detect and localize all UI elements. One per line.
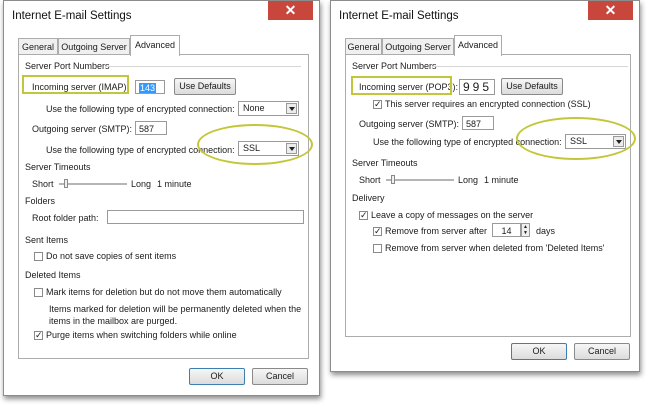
chevron-down-icon bbox=[613, 136, 624, 147]
remove-after-label: Remove from server after bbox=[385, 226, 488, 236]
outgoing-encryption-select[interactable]: SSL bbox=[238, 141, 299, 156]
section-server-timeouts: Server Timeouts bbox=[25, 162, 91, 172]
outgoing-encryption-select[interactable]: SSL bbox=[565, 134, 626, 149]
incoming-port-value: 143 bbox=[139, 83, 157, 93]
section-server-port-numbers: Server Port Numbers bbox=[352, 61, 437, 71]
timeout-short-label: Short bbox=[32, 179, 54, 189]
mark-delete-note-line-2: items in the mailbox are purged. bbox=[49, 316, 178, 326]
incoming-encryption-label: Use the following type of encrypted conn… bbox=[46, 104, 235, 114]
outgoing-port-field[interactable]: 587 bbox=[462, 116, 494, 130]
outgoing-encryption-label: Use the following type of encrypted conn… bbox=[373, 137, 562, 147]
pop3-settings-dialog: Internet E-mail Settings ✕ General Outgo… bbox=[330, 0, 640, 372]
root-folder-field[interactable] bbox=[107, 210, 304, 224]
cancel-button[interactable]: Cancel bbox=[252, 368, 308, 385]
section-server-timeouts: Server Timeouts bbox=[352, 158, 418, 168]
tab-general[interactable]: General bbox=[345, 38, 382, 54]
days-stepper[interactable]: ▲ ▼ bbox=[521, 223, 530, 237]
chevron-down-icon bbox=[286, 103, 297, 114]
incoming-encryption-value: None bbox=[243, 103, 265, 113]
root-folder-label: Root folder path: bbox=[32, 213, 99, 223]
ssl-required-label: This server requires an encrypted connec… bbox=[385, 99, 591, 109]
tab-advanced[interactable]: Advanced bbox=[130, 35, 180, 56]
incoming-port-field[interactable]: 995 bbox=[459, 79, 495, 95]
outgoing-encryption-value: SSL bbox=[570, 136, 588, 146]
mark-delete-label: Mark items for deletion but do not move … bbox=[46, 287, 282, 297]
cancel-button[interactable]: Cancel bbox=[574, 343, 630, 360]
ok-button[interactable]: OK bbox=[189, 368, 245, 385]
purge-checkbox[interactable]: ✓ bbox=[34, 331, 43, 340]
incoming-port-field[interactable]: 143 bbox=[135, 80, 165, 94]
chevron-down-icon bbox=[286, 143, 297, 154]
no-save-sent-label: Do not save copies of sent items bbox=[46, 251, 177, 261]
timeout-long-label: Long bbox=[458, 175, 479, 185]
section-deleted-items: Deleted Items bbox=[25, 270, 81, 280]
close-button[interactable]: ✕ bbox=[268, 1, 313, 20]
outgoing-encryption-label: Use the following type of encrypted conn… bbox=[46, 145, 235, 155]
timeout-value: 1 minute bbox=[157, 179, 192, 189]
timeout-slider[interactable] bbox=[386, 179, 454, 181]
advanced-tab-panel: Server Port Numbers Incoming server (POP… bbox=[345, 54, 636, 337]
tab-outgoing-server[interactable]: Outgoing Server bbox=[382, 38, 454, 54]
outgoing-server-label: Outgoing server (SMTP): bbox=[32, 124, 133, 134]
section-divider bbox=[105, 66, 301, 67]
leave-copy-label: Leave a copy of messages on the server bbox=[371, 210, 534, 220]
close-button[interactable]: ✕ bbox=[588, 1, 633, 20]
ok-button[interactable]: OK bbox=[511, 343, 567, 360]
mark-delete-checkbox[interactable] bbox=[34, 288, 43, 297]
timeout-long-label: Long bbox=[131, 179, 152, 189]
remove-after-checkbox[interactable]: ✓ bbox=[373, 227, 382, 236]
outgoing-server-label: Outgoing server (SMTP): bbox=[359, 119, 460, 129]
timeout-slider-thumb[interactable] bbox=[64, 179, 68, 188]
tab-advanced[interactable]: Advanced bbox=[454, 35, 502, 56]
timeout-value: 1 minute bbox=[484, 175, 519, 185]
section-sent-items: Sent Items bbox=[25, 235, 69, 245]
dialog-title: Internet E-mail Settings bbox=[12, 10, 132, 22]
remove-after-days-field[interactable]: 14 bbox=[492, 223, 521, 237]
remove-when-deleted-label: Remove from server when deleted from 'De… bbox=[385, 243, 605, 253]
remove-when-deleted-checkbox[interactable] bbox=[373, 244, 382, 253]
purge-label: Purge items when switching folders while… bbox=[46, 330, 237, 340]
use-defaults-button[interactable]: Use Defaults bbox=[501, 78, 563, 95]
outgoing-port-field[interactable]: 587 bbox=[135, 121, 167, 135]
incoming-encryption-select[interactable]: None bbox=[238, 101, 299, 116]
use-defaults-button[interactable]: Use Defaults bbox=[174, 78, 236, 95]
incoming-server-label: Incoming server (IMAP): bbox=[32, 82, 130, 92]
days-label: days bbox=[536, 226, 556, 236]
no-save-sent-checkbox[interactable] bbox=[34, 252, 43, 261]
tab-outgoing-server[interactable]: Outgoing Server bbox=[58, 38, 130, 54]
timeout-slider-thumb[interactable] bbox=[391, 175, 395, 184]
section-folders: Folders bbox=[25, 196, 56, 206]
mark-delete-note-line-1: Items marked for deletion will be perman… bbox=[49, 304, 302, 314]
ssl-required-checkbox[interactable]: ✓ bbox=[373, 100, 382, 109]
timeout-slider[interactable] bbox=[59, 183, 127, 185]
section-delivery: Delivery bbox=[352, 193, 385, 203]
tab-general[interactable]: General bbox=[18, 38, 58, 54]
dialog-title: Internet E-mail Settings bbox=[339, 10, 459, 22]
incoming-server-label: Incoming server (POP3): bbox=[359, 82, 459, 92]
outgoing-encryption-value: SSL bbox=[243, 143, 261, 153]
section-server-port-numbers: Server Port Numbers bbox=[25, 61, 110, 71]
leave-copy-checkbox[interactable]: ✓ bbox=[359, 211, 368, 220]
incoming-port-value: 995 bbox=[463, 80, 493, 94]
section-divider bbox=[432, 66, 628, 67]
imap-settings-dialog: Internet E-mail Settings ✕ General Outgo… bbox=[3, 0, 320, 396]
advanced-tab-panel: Server Port Numbers Incoming server (IMA… bbox=[18, 54, 313, 359]
timeout-short-label: Short bbox=[359, 175, 381, 185]
